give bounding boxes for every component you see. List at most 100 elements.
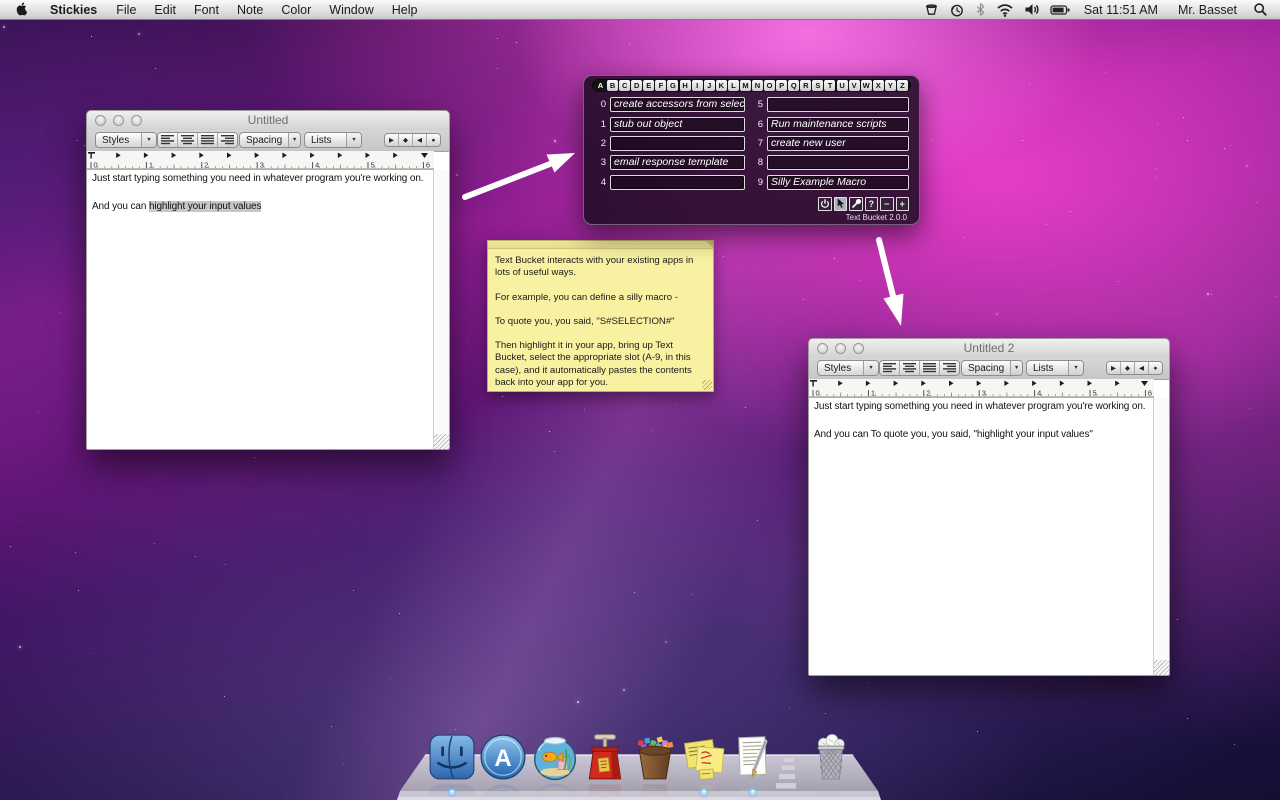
menu-font[interactable]: Font [185, 3, 228, 17]
align-right-button[interactable] [939, 361, 959, 375]
letter-tab-c[interactable]: C [619, 80, 630, 91]
title-bar[interactable]: Untitled [87, 111, 449, 131]
letter-tab-q[interactable]: Q [788, 80, 799, 91]
sticky-note[interactable]: Text Bucket interacts with your existing… [487, 240, 714, 392]
scrollbar[interactable] [433, 170, 449, 449]
decimal-tab-icon[interactable]: ● [1148, 362, 1162, 374]
slot-field-7[interactable]: create new user [767, 136, 909, 151]
slot-field-3[interactable]: email response template [610, 155, 745, 170]
left-tab-icon[interactable]: ◀ [412, 134, 426, 146]
volume-menu-icon[interactable] [1024, 2, 1040, 18]
align-justify-button[interactable] [197, 133, 217, 147]
styles-dropdown[interactable]: Styles ▼ [95, 132, 157, 148]
wifi-menu-icon[interactable] [996, 2, 1014, 18]
letter-tab-e[interactable]: E [643, 80, 654, 91]
letter-tab-n[interactable]: N [752, 80, 763, 91]
spacing-dropdown[interactable]: Spacing ▼ [961, 360, 1023, 376]
minimize-button[interactable] [835, 343, 846, 354]
letter-tab-w[interactable]: W [861, 80, 872, 91]
letter-tab-u[interactable]: U [837, 80, 848, 91]
dock-text-bucket[interactable] [630, 732, 680, 782]
scrollbar[interactable] [1153, 398, 1169, 675]
letter-tab-s[interactable]: S [812, 80, 823, 91]
spacing-dropdown[interactable]: Spacing ▼ [239, 132, 301, 148]
letter-tab-j[interactable]: J [704, 80, 715, 91]
menu-note[interactable]: Note [228, 3, 272, 17]
sticky-resize-grip[interactable] [702, 380, 712, 390]
letter-tab-p[interactable]: P [776, 80, 787, 91]
decimal-tab-icon[interactable]: ● [426, 134, 440, 146]
styles-dropdown[interactable]: Styles ▼ [817, 360, 879, 376]
letter-tab-d[interactable]: D [631, 80, 642, 91]
resize-grip[interactable] [434, 434, 449, 449]
spotlight-icon[interactable] [1253, 2, 1268, 17]
dock-detonator[interactable] [580, 732, 630, 782]
dock-textedit[interactable] [728, 732, 778, 782]
menu-user[interactable]: Mr. Basset [1178, 3, 1237, 17]
minus-button[interactable]: − [880, 197, 894, 211]
slot-field-6[interactable]: Run maintenance scripts [767, 117, 909, 132]
menu-color[interactable]: Color [272, 3, 320, 17]
power-button[interactable] [818, 197, 832, 211]
lists-dropdown[interactable]: Lists ▼ [1026, 360, 1084, 376]
dock-trash[interactable] [806, 732, 856, 782]
help-button[interactable]: ? [865, 197, 879, 211]
dock-app-store[interactable]: AA [478, 732, 528, 782]
slot-field-8[interactable] [767, 155, 909, 170]
cursor-button[interactable] [834, 197, 848, 211]
letter-tab-z[interactable]: Z [897, 80, 908, 91]
letter-tab-l[interactable]: L [728, 80, 739, 91]
menu-help[interactable]: Help [383, 3, 427, 17]
close-button[interactable] [95, 115, 106, 126]
letter-tab-k[interactable]: K [716, 80, 727, 91]
left-tab-icon[interactable]: ◀ [1134, 362, 1148, 374]
wrench-button[interactable] [849, 197, 863, 211]
letter-tab-h[interactable]: H [680, 80, 691, 91]
battery-menu-icon[interactable] [1050, 2, 1071, 18]
center-tab-icon[interactable]: ◆ [1120, 362, 1134, 374]
slot-field-2[interactable] [610, 136, 745, 151]
zoom-button[interactable] [853, 343, 864, 354]
ruler[interactable]: 0123456 [87, 151, 434, 170]
plus-button[interactable]: + [896, 197, 910, 211]
dock-finder[interactable] [427, 732, 477, 782]
slot-field-1[interactable]: stub out object [610, 117, 745, 132]
app-menu-stickies[interactable]: Stickies [40, 3, 107, 17]
letter-tab-g[interactable]: G [667, 80, 678, 91]
letter-tab-a[interactable]: A [595, 80, 606, 91]
time-machine-menu-icon[interactable] [949, 2, 965, 18]
align-left-button[interactable] [880, 361, 899, 375]
close-button[interactable] [817, 343, 828, 354]
dock-fishbowl[interactable] [530, 732, 580, 782]
slot-field-5[interactable] [767, 97, 909, 112]
slot-field-9[interactable]: Silly Example Macro [767, 175, 909, 190]
apple-menu-icon[interactable] [16, 2, 30, 18]
align-right-button[interactable] [217, 133, 237, 147]
letter-tab-m[interactable]: M [740, 80, 751, 91]
lists-dropdown[interactable]: Lists ▼ [304, 132, 362, 148]
letter-tab-f[interactable]: F [655, 80, 666, 91]
menu-clock[interactable]: Sat 11:51 AM [1084, 3, 1158, 17]
center-tab-icon[interactable]: ◆ [398, 134, 412, 146]
align-center-button[interactable] [177, 133, 197, 147]
document-text-area[interactable]: Just start typing something you need in … [809, 398, 1154, 675]
zoom-button[interactable] [131, 115, 142, 126]
document-text-area[interactable]: Just start typing something you need in … [87, 170, 434, 449]
right-tab-icon[interactable]: ▶ [1107, 362, 1120, 374]
ruler[interactable]: 0123456 [809, 379, 1154, 398]
title-bar[interactable]: Untitled 2 [809, 339, 1169, 359]
dock-stickies[interactable] [679, 732, 729, 782]
letter-tab-v[interactable]: V [849, 80, 860, 91]
text-bucket-menu-icon[interactable] [924, 2, 939, 18]
letter-tab-t[interactable]: T [824, 80, 835, 91]
letter-tab-b[interactable]: B [607, 80, 618, 91]
align-center-button[interactable] [899, 361, 919, 375]
resize-grip[interactable] [1154, 660, 1169, 675]
letter-tab-r[interactable]: R [800, 80, 811, 91]
align-justify-button[interactable] [919, 361, 939, 375]
slot-field-0[interactable]: create accessors from selec [610, 97, 745, 112]
letter-tab-y[interactable]: Y [885, 80, 896, 91]
slot-field-4[interactable] [610, 175, 745, 190]
bluetooth-menu-icon[interactable] [975, 2, 986, 18]
sticky-note-titlebar[interactable] [488, 241, 713, 249]
